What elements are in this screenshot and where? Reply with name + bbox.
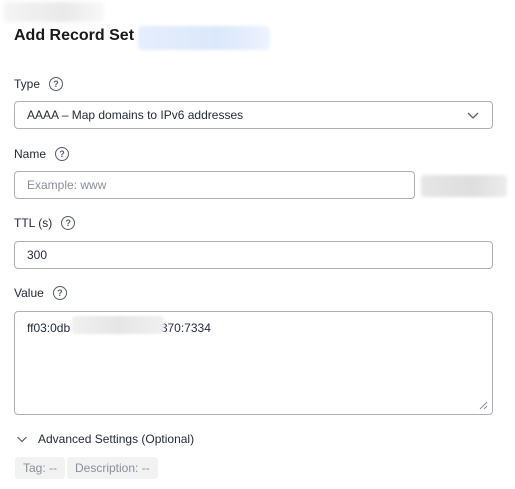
chevron-down-icon xyxy=(467,112,479,119)
value-label-row: Value ? xyxy=(14,286,67,300)
redacted-zone-name xyxy=(138,26,270,50)
name-label: Name xyxy=(14,147,47,161)
type-select-value: AAAA – Map domains to IPv6 addresses xyxy=(27,108,244,122)
value-text-prefix: ff03:0db xyxy=(27,321,71,335)
page-title: Add Record Set xyxy=(14,27,135,44)
ttl-value: 300 xyxy=(27,248,48,262)
advanced-settings-label: Advanced Settings (Optional) xyxy=(38,432,195,446)
type-select[interactable]: AAAA – Map domains to IPv6 addresses xyxy=(14,101,493,129)
type-help-icon[interactable]: ? xyxy=(49,77,64,91)
ttl-input[interactable]: 300 xyxy=(14,241,493,269)
ttl-label: TTL (s) xyxy=(14,216,53,230)
name-help-icon[interactable]: ? xyxy=(55,147,70,161)
value-label: Value xyxy=(14,286,44,300)
name-label-row: Name ? xyxy=(14,147,70,161)
ttl-label-row: TTL (s) ? xyxy=(14,216,76,230)
ttl-help-icon[interactable]: ? xyxy=(61,216,76,230)
chevron-down-icon xyxy=(17,436,27,443)
type-label: Type xyxy=(14,77,41,91)
name-placeholder: Example: www xyxy=(27,178,107,192)
redacted-domain-suffix xyxy=(421,175,507,197)
advanced-settings-toggle[interactable]: Advanced Settings (Optional) xyxy=(16,432,194,446)
type-label-row: Type ? xyxy=(14,77,64,91)
redacted-ipv6-segment xyxy=(72,316,164,334)
tag-summary: Tag: -- xyxy=(15,457,66,479)
value-help-icon[interactable]: ? xyxy=(52,286,67,300)
redacted-breadcrumb xyxy=(4,2,104,22)
resize-handle-icon[interactable] xyxy=(479,401,488,410)
description-summary: Description: -- xyxy=(67,457,158,479)
name-input[interactable]: Example: www xyxy=(14,171,415,199)
